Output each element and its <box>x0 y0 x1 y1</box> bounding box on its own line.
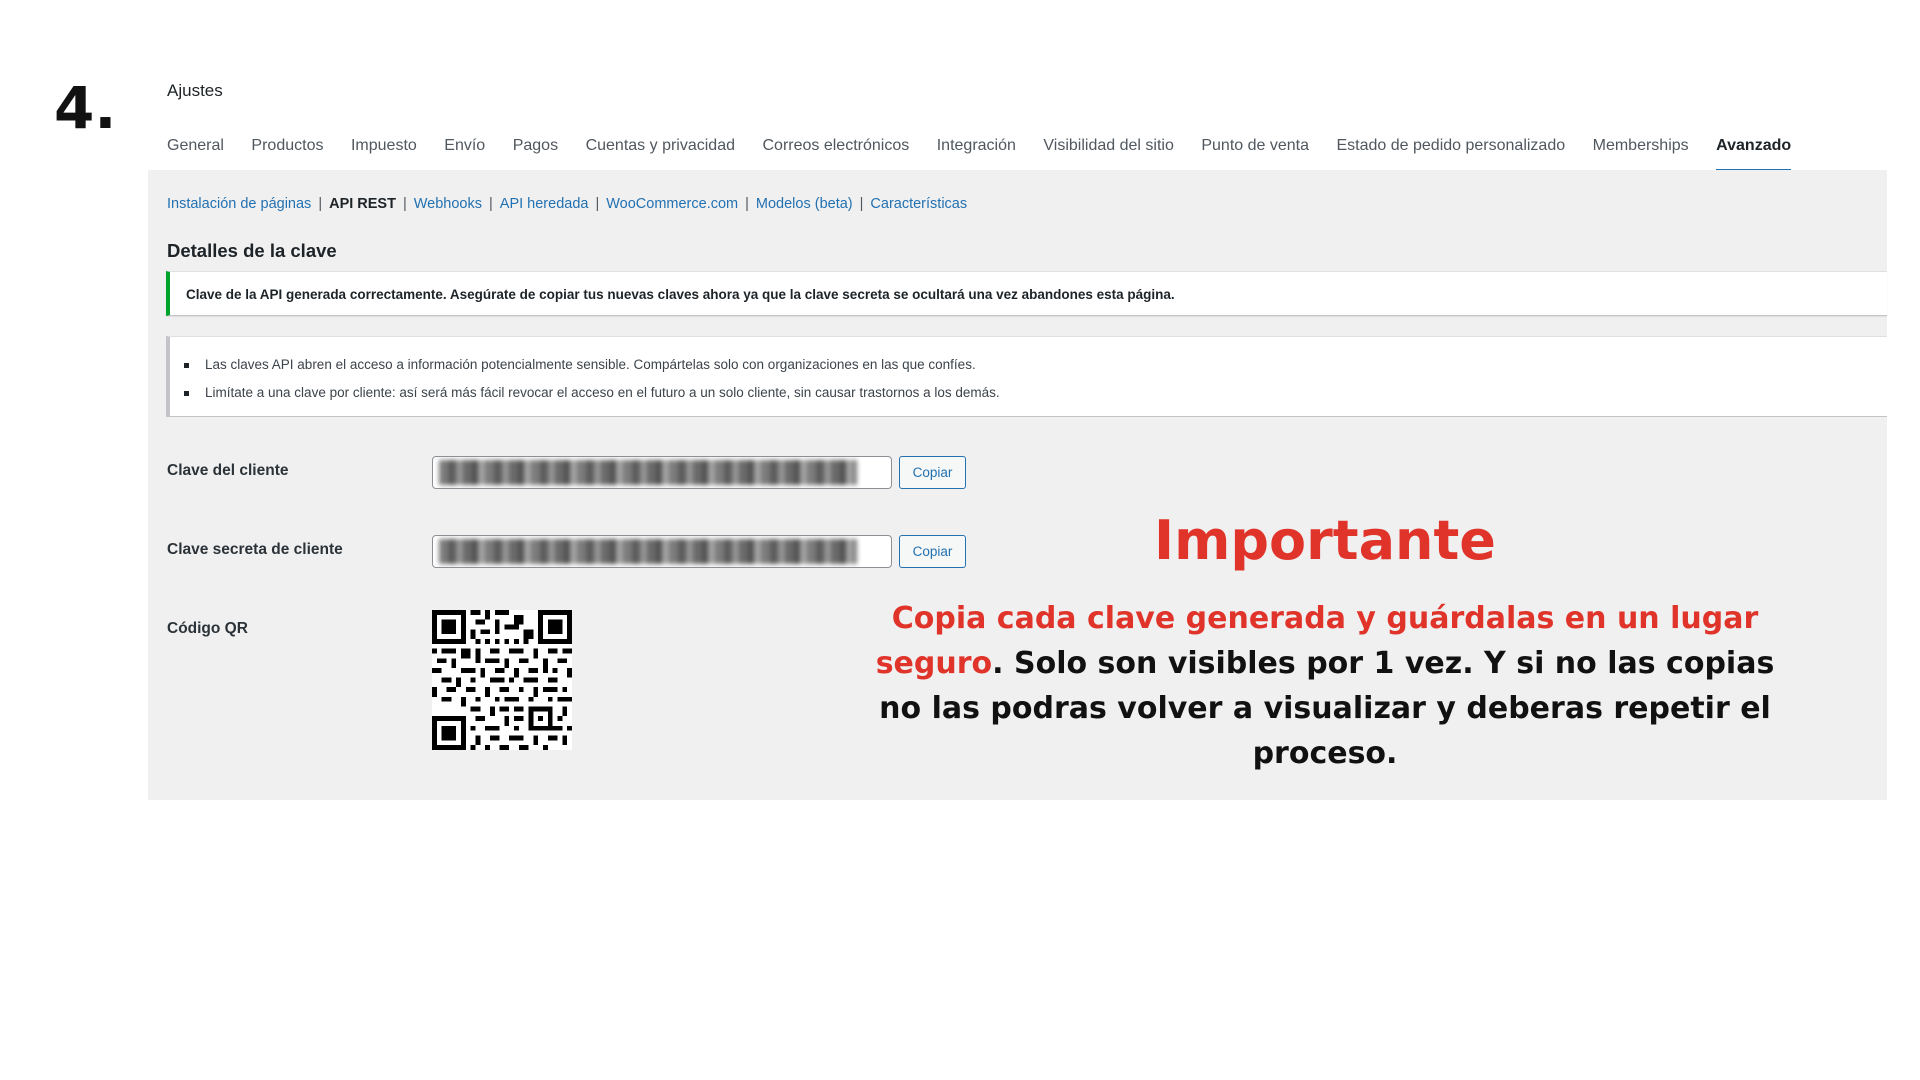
section-title: Detalles de la clave <box>167 240 337 261</box>
success-notice: Clave de la API generada correctamente. … <box>166 271 1887 316</box>
subnav-webhooks[interactable]: Webhooks <box>414 196 482 212</box>
success-notice-text: Clave de la API generada correctamente. … <box>186 287 1175 302</box>
info-notice-item-text: Limítate a una clave por cliente: así se… <box>205 385 1000 400</box>
consumer-secret-label: Clave secreta de cliente <box>167 541 343 558</box>
step-number: 4. <box>54 74 117 142</box>
tab-pagos[interactable]: Pagos <box>513 136 558 172</box>
tab-integracion[interactable]: Integración <box>937 136 1016 172</box>
consumer-key-label: Clave del cliente <box>167 462 289 479</box>
subnav-separator: | <box>402 196 407 212</box>
tab-general[interactable]: General <box>167 136 224 172</box>
subnav-separator: | <box>318 196 323 212</box>
tab-envio[interactable]: Envío <box>444 136 485 172</box>
tab-productos[interactable]: Productos <box>251 136 323 172</box>
redacted-key-value <box>439 460 857 485</box>
consumer-secret-input[interactable] <box>432 535 892 568</box>
redacted-secret-value <box>439 539 857 564</box>
subnav-api-heredada[interactable]: API heredada <box>500 196 589 212</box>
settings-tabs: General Productos Impuesto Envío Pagos C… <box>167 136 1819 172</box>
info-notice: Las claves API abren el acceso a informa… <box>166 336 1887 417</box>
subnav: Instalación de páginas | API REST | Webhooks… <box>167 196 967 212</box>
tab-visibilidad[interactable]: Visibilidad del sitio <box>1043 136 1173 172</box>
page-title: Ajustes <box>167 81 223 100</box>
subnav-instalacion-paginas[interactable]: Instalación de páginas <box>167 196 311 212</box>
subnav-separator: | <box>489 196 493 212</box>
info-notice-item: Limítate a una clave por cliente: así se… <box>184 385 1000 400</box>
qr-code-image <box>432 610 572 750</box>
important-black-text: Solo son visibles por 1 vez. Y si no las… <box>879 646 1775 771</box>
subnav-separator: | <box>859 196 864 212</box>
subnav-api-rest: API REST <box>329 196 396 212</box>
qr-code-label: Código QR <box>167 620 248 637</box>
important-headline: Importante <box>1154 509 1496 572</box>
info-notice-item-text: Las claves API abren el acceso a informa… <box>205 357 976 372</box>
subnav-separator: | <box>745 196 749 212</box>
copy-consumer-key-button[interactable]: Copiar <box>899 456 966 489</box>
tab-correos[interactable]: Correos electrónicos <box>763 136 910 172</box>
tab-cuentas-privacidad[interactable]: Cuentas y privacidad <box>586 136 735 172</box>
important-red-text-end: . <box>992 646 1004 681</box>
subnav-woocommerce-com[interactable]: WooCommerce.com <box>606 196 738 212</box>
tab-estado-pedido[interactable]: Estado de pedido personalizado <box>1337 136 1566 172</box>
tab-punto-de-venta[interactable]: Punto de venta <box>1201 136 1309 172</box>
subnav-caracteristicas[interactable]: Características <box>870 196 967 212</box>
info-notice-item: Las claves API abren el acceso a informa… <box>184 357 976 372</box>
subnav-modelos-beta[interactable]: Modelos (beta) <box>756 196 853 212</box>
consumer-key-input[interactable] <box>432 456 892 489</box>
subnav-separator: | <box>595 196 600 212</box>
important-callout: Importante Copia cada clave generada y g… <box>860 506 1790 776</box>
important-body: Copia cada clave generada y guárdalas en… <box>860 596 1790 776</box>
tab-impuesto[interactable]: Impuesto <box>351 136 417 172</box>
tab-memberships[interactable]: Memberships <box>1593 136 1689 172</box>
tab-avanzado[interactable]: Avanzado <box>1716 136 1792 172</box>
